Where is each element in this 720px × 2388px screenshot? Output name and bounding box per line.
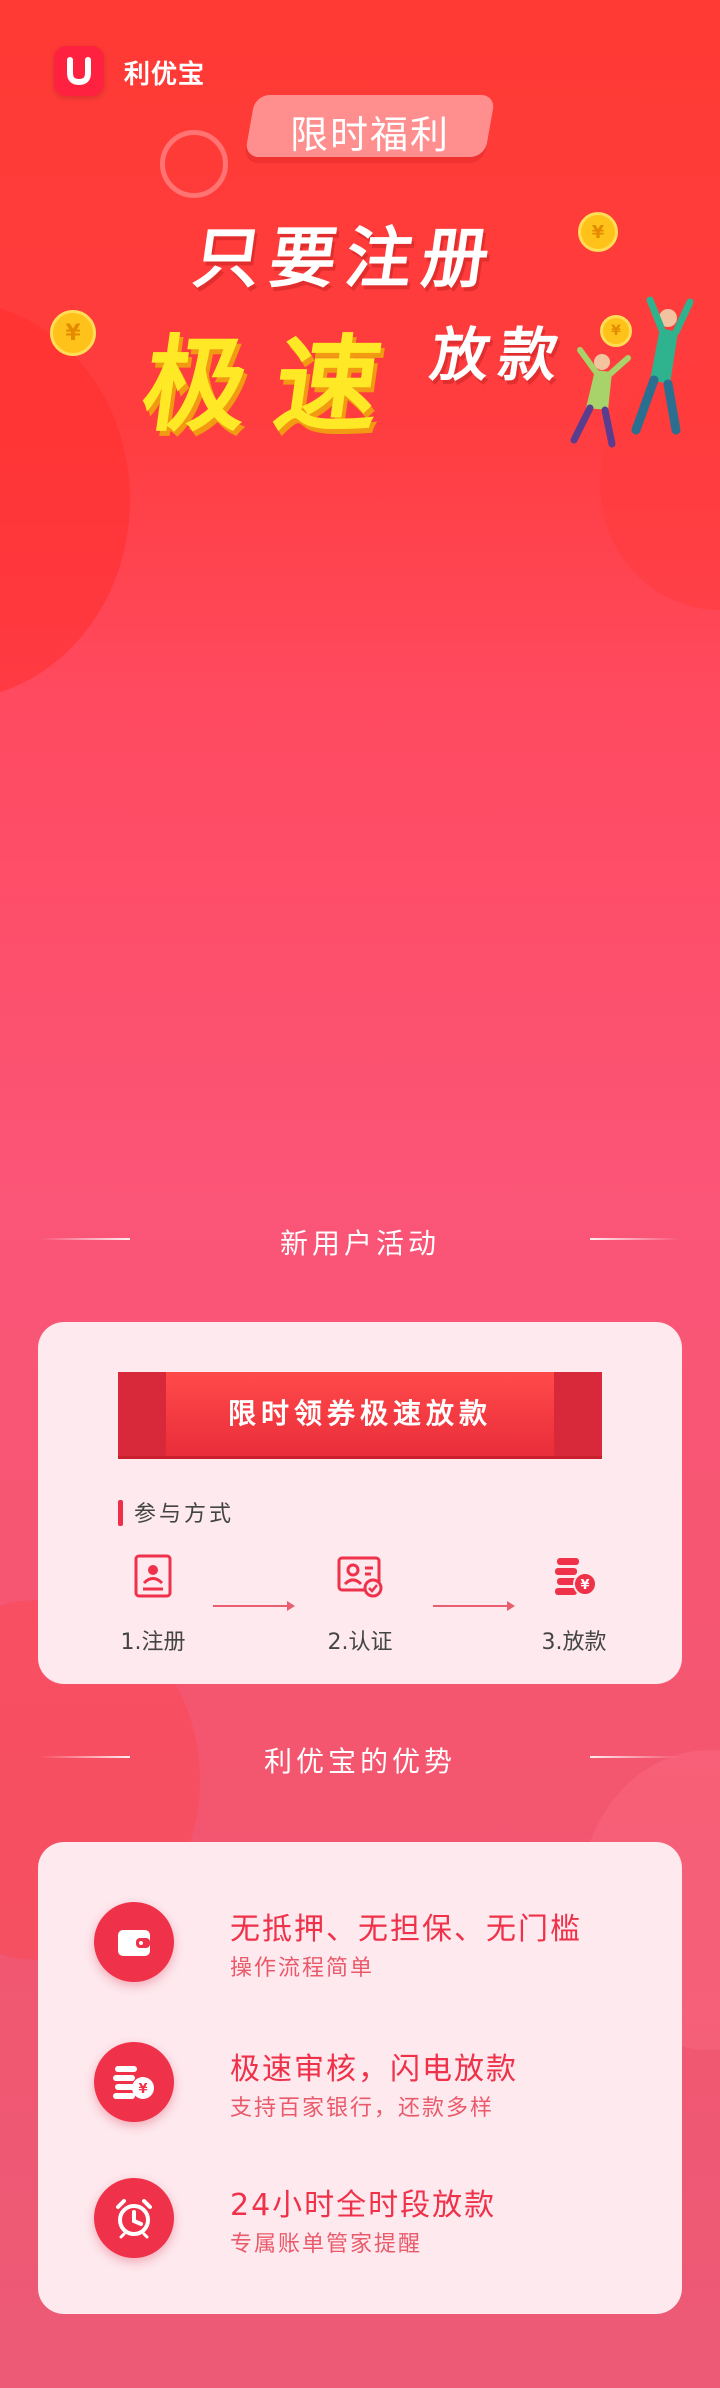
coin-icon: ¥ <box>50 310 96 356</box>
coin-stack-icon: ¥ <box>113 2066 154 2099</box>
advantage-icon-circle <box>94 1902 174 1982</box>
advantage-item: ¥ 极速审核，闪电放款 支持百家银行，还款多样 <box>94 2038 654 2134</box>
participation-label: 参与方式 <box>120 1496 234 1528</box>
divider-line <box>590 1756 680 1758</box>
step-label: 1.注册 <box>120 1630 186 1655</box>
app-logo <box>54 46 104 96</box>
advantage-icon-circle <box>94 2178 174 2258</box>
activity-card: 限时领券极速放款 参与方式 1.注册 2.认证 ¥ 3.放款 <box>38 1322 682 1684</box>
step-register: 1.注册 <box>83 1552 223 1656</box>
clock-decor-icon <box>160 130 228 198</box>
advantage-subtext: 支持百家银行，还款多样 <box>230 2096 495 2121</box>
advantage-heading: 极速审核，闪电放款 <box>230 2052 518 2087</box>
step-label: 3.放款 <box>541 1630 607 1655</box>
promo-badge: 限时福利 <box>289 113 450 157</box>
divider-line <box>590 1238 680 1240</box>
coupon-banner[interactable]: 限时领券极速放款 <box>118 1372 602 1456</box>
advantage-heading: 24小时全时段放款 <box>230 2188 497 2223</box>
advantage-subtext: 操作流程简单 <box>230 1956 375 1981</box>
advantages-section-title: 利优宝的优势 <box>263 1745 456 1778</box>
alarm-clock-icon <box>116 2199 152 2239</box>
advantage-item: 24小时全时段放款 专属账单管家提醒 <box>94 2174 654 2270</box>
coin-stack-icon: ¥ <box>555 1558 597 1596</box>
celebrating-people-illustration <box>570 296 694 448</box>
step-verify: 2.认证 <box>290 1552 430 1656</box>
svg-text:¥: ¥ <box>138 2082 147 2097</box>
id-card-icon <box>134 1554 172 1598</box>
advantage-subtext: 专属账单管家提醒 <box>230 2232 423 2257</box>
advantage-heading: 无抵押、无担保、无门槛 <box>230 1912 582 1947</box>
wallet-icon <box>118 1930 150 1956</box>
advantage-item: 无抵押、无担保、无门槛 操作流程简单 <box>94 1898 654 1994</box>
verified-user-icon <box>337 1556 383 1598</box>
step-disburse: ¥ 3.放款 <box>504 1552 644 1656</box>
coin-icon: ¥ <box>578 212 618 252</box>
advantages-card: 无抵押、无担保、无门槛 操作流程简单 ¥ 极速审核，闪电放款 支持百家银行，还款… <box>38 1842 682 2314</box>
activity-section-title: 新用户活动 <box>279 1227 440 1260</box>
step-arrow <box>213 1601 295 1611</box>
participation-label-text: 参与方式 <box>134 1502 235 1527</box>
hero-headline: 只要注册 <box>188 220 504 297</box>
step-label: 2.认证 <box>327 1630 393 1655</box>
app-name: 利优宝 <box>124 60 206 90</box>
decor-circle <box>0 300 130 700</box>
logo-u-icon <box>67 57 91 86</box>
svg-text:¥: ¥ <box>580 1578 589 1593</box>
advantage-icon-circle: ¥ <box>94 2042 174 2122</box>
coupon-banner-text: 限时领券极速放款 <box>227 1397 492 1430</box>
hero-highlight: 极速 <box>135 324 417 446</box>
step-arrow <box>433 1601 515 1611</box>
promo-page: 利优宝 限时福利 只要注册 极速 放款 ¥ ¥ ¥ 新用户活动 限时领券极速放款 <box>0 0 720 2388</box>
